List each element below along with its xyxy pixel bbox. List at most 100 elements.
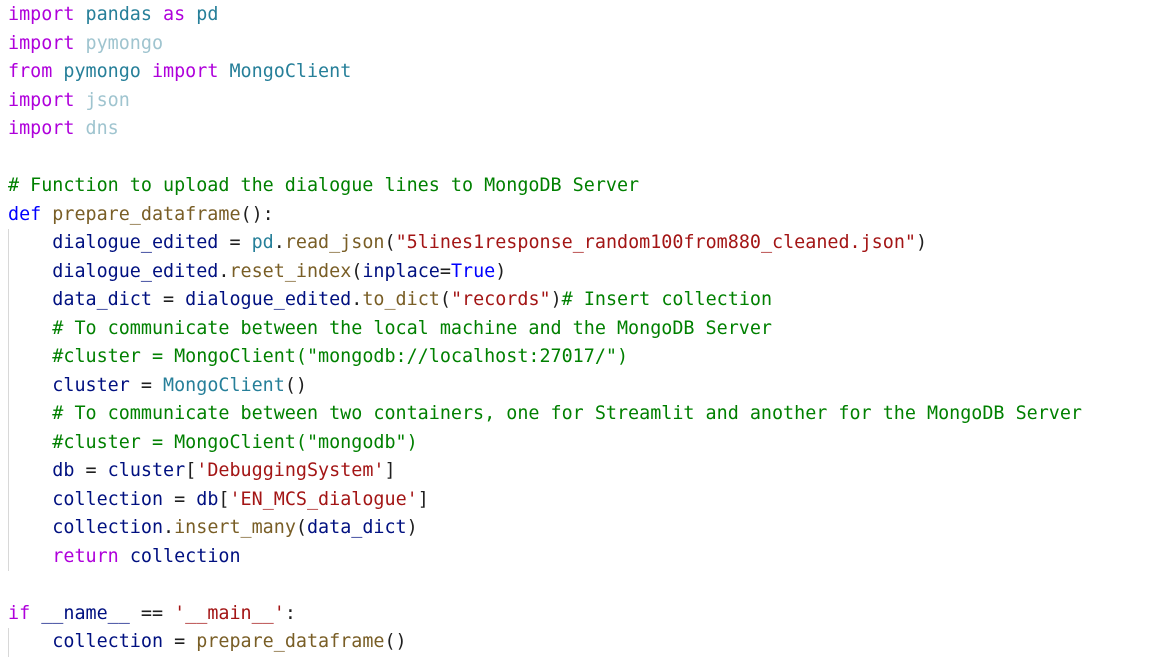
code-token: [ <box>218 488 230 510</box>
code-line[interactable]: #cluster = MongoClient("mongodb://localh… <box>8 343 1158 372</box>
code-line[interactable]: collection = prepare_dataframe() <box>8 628 1158 657</box>
code-token: # Function to upload the dialogue lines … <box>8 175 640 196</box>
code-line[interactable]: #cluster = MongoClient("mongodb") <box>8 428 1158 457</box>
code-token: . <box>273 232 285 253</box>
code-text: data_dict = dialogue_edited.to_dict("rec… <box>8 289 772 310</box>
code-line[interactable]: cluster = MongoClient() <box>8 371 1158 400</box>
code-token: = <box>151 289 186 310</box>
code-token: [ <box>185 460 197 481</box>
code-token: MongoClient <box>163 374 285 396</box>
code-line[interactable]: collection = db['EN_MCS_dialogue'] <box>8 485 1158 514</box>
code-line[interactable]: db = cluster['DebuggingSystem'] <box>8 457 1158 486</box>
code-line[interactable]: dialogue_edited.reset_index(inplace=True… <box>8 257 1158 286</box>
code-text: import pandas as pd <box>8 4 218 25</box>
code-token: pymongo <box>63 61 141 82</box>
code-token: return <box>52 545 119 567</box>
code-token: cluster <box>52 374 130 396</box>
code-token: True <box>450 260 496 282</box>
code-text: collection.insert_many(data_dict) <box>8 517 418 538</box>
code-token: pymongo <box>85 32 164 54</box>
code-line[interactable]: def prepare_dataframe(): <box>8 201 1158 230</box>
code-line[interactable]: data_dict = dialogue_edited.to_dict("rec… <box>8 286 1158 315</box>
code-token: ] <box>384 460 396 481</box>
code-text: import json <box>8 90 130 111</box>
code-token: data_dict <box>306 517 407 538</box>
code-line[interactable]: # Function to upload the dialogue lines … <box>8 172 1158 201</box>
code-token: ) <box>406 517 418 538</box>
code-line[interactable]: import pandas as pd <box>8 1 1158 30</box>
code-token: import <box>8 118 75 139</box>
code-text: if __name__ == '__main__': <box>8 603 296 624</box>
code-token: '__main__' <box>174 602 285 624</box>
code-token: () <box>384 631 407 652</box>
code-token: prepare_dataframe <box>196 631 385 652</box>
code-token: ) <box>495 260 507 282</box>
code-token: (): <box>240 203 274 225</box>
code-text: def prepare_dataframe(): <box>8 204 274 225</box>
code-line[interactable]: # To communicate between two containers,… <box>8 400 1158 429</box>
code-editor[interactable]: import pandas as pd import pymongo from py… <box>8 1 1158 661</box>
code-text: return collection <box>8 545 241 567</box>
code-token: pandas <box>85 4 152 25</box>
code-token: = <box>163 488 197 510</box>
code-line[interactable]: dialogue_edited = pd.read_json("5lines1r… <box>8 229 1158 258</box>
code-token: import <box>151 61 219 82</box>
code-line[interactable]: from pymongo import MongoClient <box>8 58 1158 87</box>
code-token: data_dict <box>52 289 152 310</box>
code-token: json <box>85 89 130 111</box>
code-token: . <box>351 289 363 310</box>
code-text: dialogue_edited = pd.read_json("5lines1r… <box>8 232 927 253</box>
code-line[interactable]: if __name__ == '__main__': <box>8 600 1158 629</box>
code-token: # To communicate between the local machi… <box>52 317 772 339</box>
code-token: from <box>8 61 53 82</box>
code-token: db <box>196 488 219 510</box>
code-text: collection = db['EN_MCS_dialogue'] <box>8 489 429 510</box>
code-token: = <box>74 460 108 481</box>
code-line[interactable] <box>8 144 1158 173</box>
code-token: collection <box>129 545 241 567</box>
code-token: () <box>284 374 307 396</box>
code-line[interactable]: # To communicate between the local machi… <box>8 314 1158 343</box>
code-line[interactable]: collection.insert_many(data_dict) <box>8 514 1158 543</box>
code-token: ( <box>295 517 307 538</box>
code-token: == <box>129 602 175 624</box>
code-token: ( <box>351 260 363 282</box>
code-token: dialogue_edited <box>52 232 219 253</box>
code-token: ) <box>915 232 928 253</box>
code-line[interactable]: return collection <box>8 542 1158 571</box>
code-token: = <box>163 631 197 652</box>
code-line[interactable]: import pymongo <box>8 30 1158 59</box>
code-line[interactable]: import dns <box>8 115 1158 144</box>
code-line[interactable] <box>8 571 1158 600</box>
code-token: collection <box>52 488 164 510</box>
code-text: collection = prepare_dataframe() <box>8 631 407 652</box>
code-token: MongoClient <box>229 61 352 82</box>
code-token: pd <box>196 4 219 25</box>
code-token: db <box>52 460 75 481</box>
code-text: db = cluster['DebuggingSystem'] <box>8 460 396 481</box>
code-token: read_json <box>284 232 385 253</box>
code-token: #cluster = MongoClient("mongodb://localh… <box>52 346 629 367</box>
code-token: dialogue_edited <box>185 289 352 310</box>
code-token: # Insert collection <box>561 289 773 310</box>
code-token: . <box>163 517 175 538</box>
code-line[interactable]: import json <box>8 87 1158 116</box>
code-token: = <box>218 232 252 253</box>
code-token: prepare_dataframe <box>52 203 241 225</box>
code-text: # Function to upload the dialogue lines … <box>8 175 639 196</box>
code-token: import <box>8 4 75 25</box>
code-text: # To communicate between two containers,… <box>8 403 1082 424</box>
code-token: as <box>163 4 186 25</box>
code-token: "5lines1response_random100from880_cleane… <box>395 232 916 253</box>
code-token: if <box>8 602 31 624</box>
code-token: 'EN_MCS_dialogue' <box>229 488 418 510</box>
